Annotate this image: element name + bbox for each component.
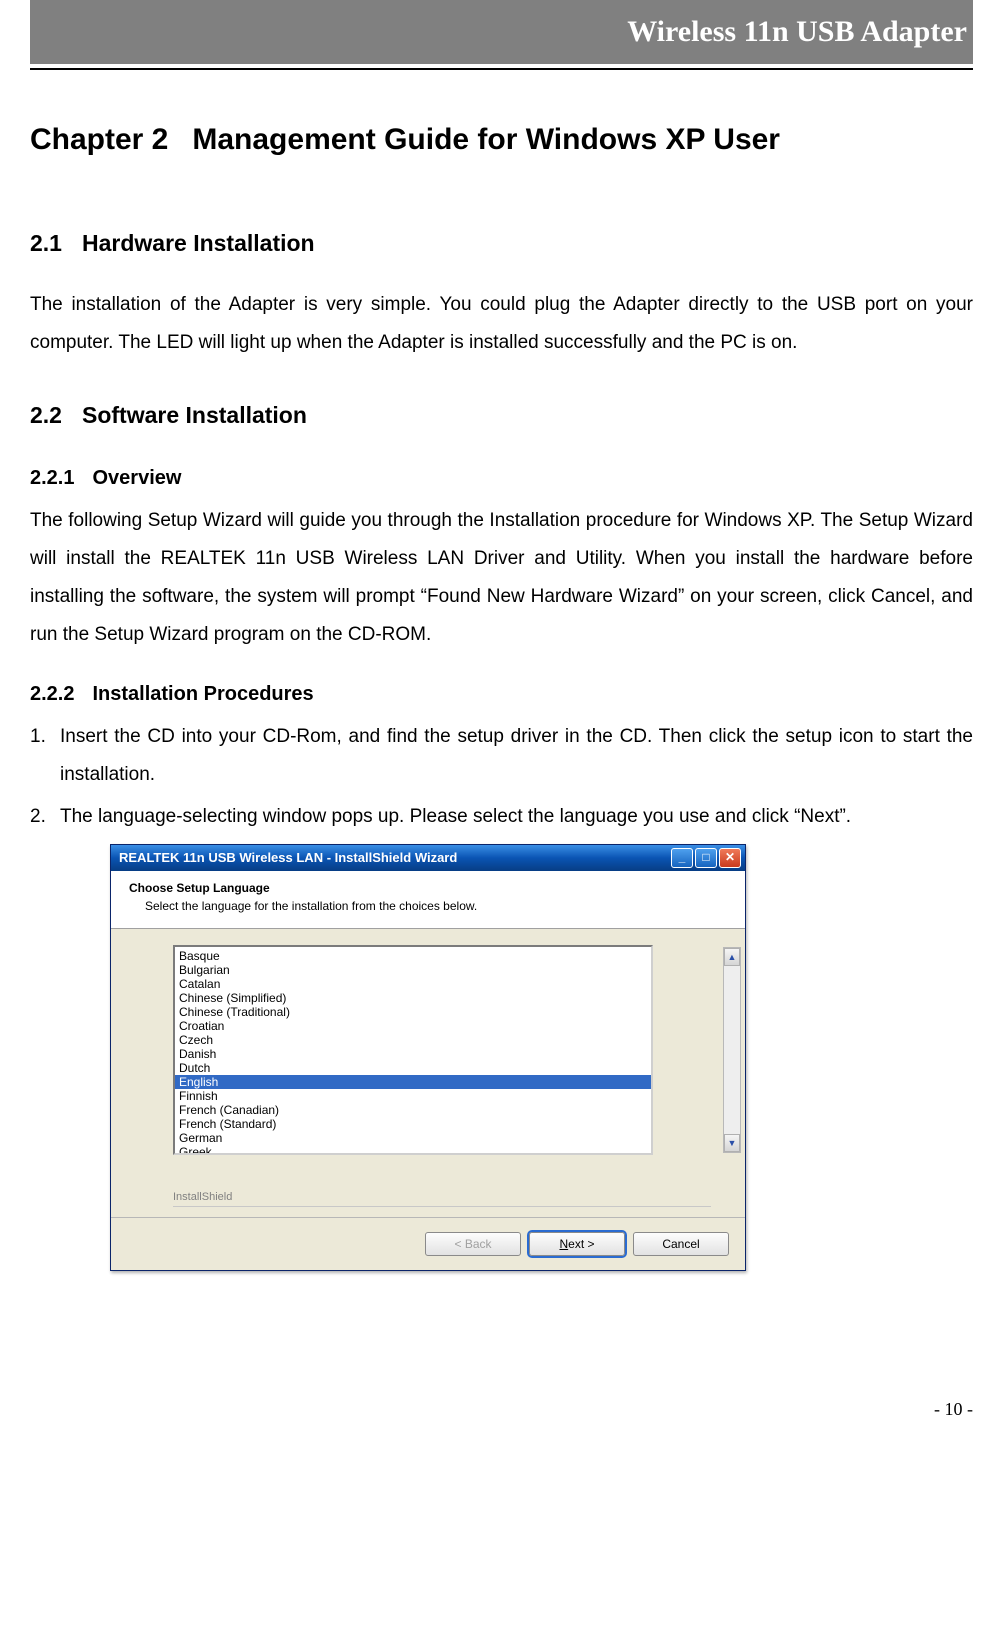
wizard-titlebar[interactable]: REALTEK 11n USB Wireless LAN - InstallSh… <box>111 845 745 871</box>
language-option[interactable]: Dutch <box>175 1061 651 1075</box>
scroll-down-icon[interactable]: ▼ <box>724 1134 740 1152</box>
next-button[interactable]: Next > <box>529 1232 625 1256</box>
wizard-banner: Choose Setup Language Select the languag… <box>111 871 745 929</box>
installshield-wizard-screenshot: REALTEK 11n USB Wireless LAN - InstallSh… <box>110 844 746 1271</box>
banner-title: Choose Setup Language <box>129 881 729 895</box>
language-listbox[interactable]: BasqueBulgarianCatalanChinese (Simplifie… <box>173 945 653 1155</box>
listbox-scrollbar[interactable]: ▲ ▼ <box>723 947 741 1153</box>
step-text: Insert the CD into your CD-Rom, and find… <box>60 718 973 794</box>
document-header-banner: Wireless 11n USB Adapter <box>30 0 973 64</box>
language-option[interactable]: English <box>175 1075 651 1089</box>
installshield-brand: InstallShield <box>173 1191 232 1203</box>
subsection-title: Installation Procedures <box>92 683 313 705</box>
step-marker: 1. <box>30 718 60 794</box>
footer-rule <box>173 1206 711 1207</box>
install-step-1: 1. Insert the CD into your CD-Rom, and f… <box>30 718 973 794</box>
chapter-title: Chapter 2 Management Guide for Windows XP… <box>30 110 973 170</box>
language-option[interactable]: Basque <box>175 949 651 963</box>
page-number: - 10 - <box>30 1391 973 1427</box>
section-2-1-heading: 2.1 Hardware Installation <box>30 220 973 266</box>
language-option[interactable]: Bulgarian <box>175 963 651 977</box>
wizard-titlebar-text: REALTEK 11n USB Wireless LAN - InstallSh… <box>119 850 669 866</box>
chapter-title-text: Management Guide for Windows XP User <box>192 123 780 156</box>
language-option[interactable]: Greek <box>175 1145 651 1155</box>
wizard-footer: < Back Next > Cancel <box>111 1217 745 1270</box>
language-option[interactable]: Croatian <box>175 1019 651 1033</box>
section-2-2-heading: 2.2 Software Installation <box>30 392 973 438</box>
subsection-2-2-1-text: The following Setup Wizard will guide yo… <box>30 502 973 654</box>
close-button[interactable]: ✕ <box>719 848 741 868</box>
wizard-window: REALTEK 11n USB Wireless LAN - InstallSh… <box>110 844 746 1271</box>
minimize-button[interactable]: _ <box>671 848 693 868</box>
subsection-title: Overview <box>92 467 181 489</box>
section-number: 2.1 <box>30 230 62 256</box>
maximize-button[interactable]: □ <box>695 848 717 868</box>
language-option[interactable]: Danish <box>175 1047 651 1061</box>
section-title: Hardware Installation <box>82 230 315 256</box>
subsection-number: 2.2.1 <box>30 467 74 489</box>
language-option[interactable]: Chinese (Traditional) <box>175 1005 651 1019</box>
language-option[interactable]: German <box>175 1131 651 1145</box>
chapter-number: Chapter 2 <box>30 123 168 156</box>
language-option[interactable]: Finnish <box>175 1089 651 1103</box>
back-button: < Back <box>425 1232 521 1256</box>
wizard-body: BasqueBulgarianCatalanChinese (Simplifie… <box>111 929 745 1217</box>
install-steps-list: 1. Insert the CD into your CD-Rom, and f… <box>30 718 973 836</box>
next-button-rest: ext > <box>568 1237 594 1251</box>
step-marker: 2. <box>30 798 60 836</box>
step-text: The language-selecting window pops up. P… <box>60 798 973 836</box>
language-option[interactable]: Catalan <box>175 977 651 991</box>
section-number: 2.2 <box>30 402 62 428</box>
cancel-button[interactable]: Cancel <box>633 1232 729 1256</box>
language-option[interactable]: Chinese (Simplified) <box>175 991 651 1005</box>
subsection-2-2-1-heading: 2.2.1 Overview <box>30 458 973 498</box>
subsection-2-2-2-heading: 2.2.2 Installation Procedures <box>30 674 973 714</box>
header-rule <box>30 68 973 70</box>
product-name: Wireless 11n USB Adapter <box>627 15 967 48</box>
subsection-number: 2.2.2 <box>30 683 74 705</box>
install-step-2: 2. The language-selecting window pops up… <box>30 798 973 836</box>
section-2-1-text: The installation of the Adapter is very … <box>30 286 973 362</box>
language-option[interactable]: French (Canadian) <box>175 1103 651 1117</box>
language-option[interactable]: Czech <box>175 1033 651 1047</box>
language-option[interactable]: French (Standard) <box>175 1117 651 1131</box>
scroll-up-icon[interactable]: ▲ <box>724 948 740 966</box>
banner-subtitle: Select the language for the installation… <box>145 899 729 913</box>
section-title: Software Installation <box>82 402 307 428</box>
